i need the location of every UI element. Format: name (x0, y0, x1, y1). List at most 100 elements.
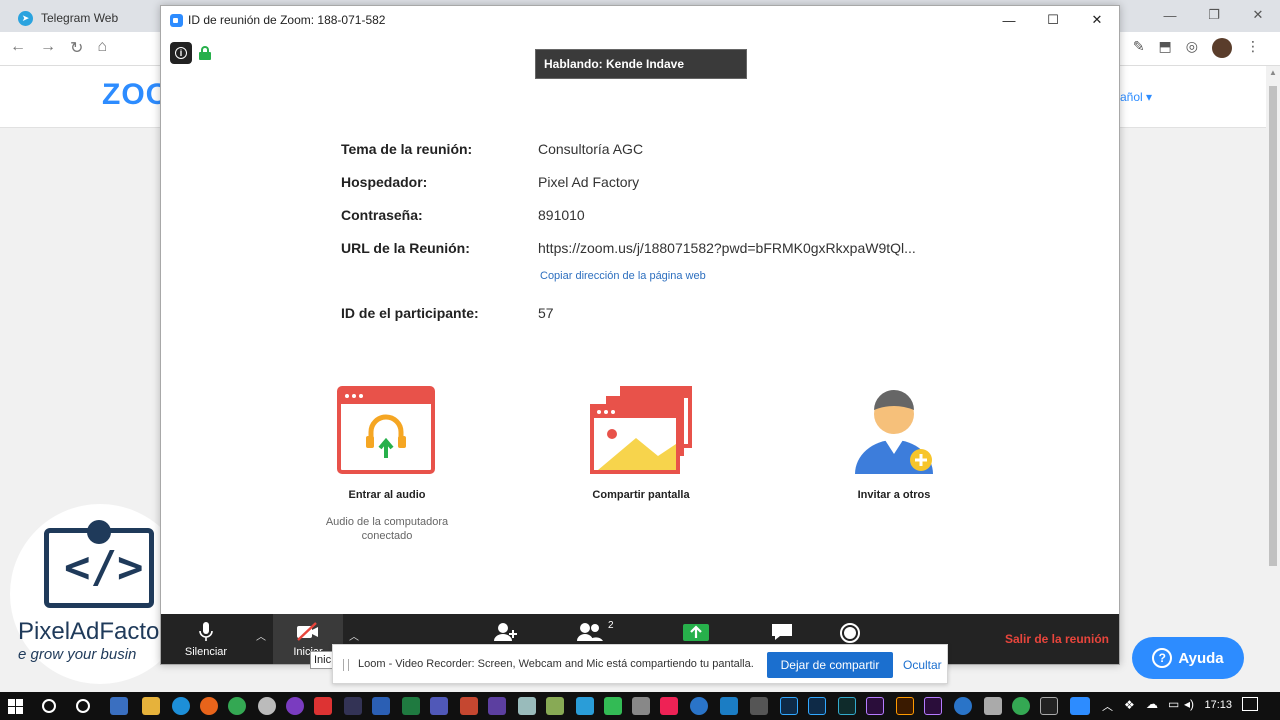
ie-icon[interactable] (954, 697, 972, 715)
tray-chevron-up-icon[interactable]: ︿ (1102, 698, 1113, 714)
browser-nav: ← → ↻ ⌂ (10, 38, 107, 58)
app-icon[interactable] (518, 697, 536, 715)
info-row-password: Contraseña: 891010 (341, 207, 1041, 231)
loom-share-text: Loom - Video Recorder: Screen, Webcam an… (358, 658, 754, 670)
join-audio-label: Entrar al audio (348, 489, 426, 501)
copy-url-link[interactable]: Copiar dirección de la página web (540, 270, 706, 282)
app-icon[interactable] (632, 697, 650, 715)
browser-tab-title: Telegram Web (41, 11, 119, 25)
restore-icon[interactable]: ❐ (1192, 0, 1236, 30)
photoshop-icon[interactable] (808, 697, 826, 715)
app-icon[interactable] (344, 697, 362, 715)
participants-icon (577, 623, 603, 641)
volume-icon[interactable]: ◂) (1184, 697, 1194, 711)
zoom-taskbar-icon[interactable] (1070, 697, 1090, 715)
record-icon (840, 623, 860, 643)
leave-meeting-button[interactable]: Salir de la reunión (1005, 632, 1109, 646)
lock-icon[interactable] (199, 46, 211, 60)
cortana-icon[interactable] (76, 699, 90, 713)
video-options-chevron-icon[interactable]: ︿ (349, 628, 359, 643)
reload-icon[interactable]: ↻ (70, 38, 83, 58)
mute-button[interactable]: Silenciar (181, 614, 231, 664)
loom-share-banner: Loom - Video Recorder: Screen, Webcam an… (332, 644, 948, 684)
extension-icon[interactable]: ✎ (1133, 38, 1145, 58)
app-icon[interactable] (258, 697, 276, 715)
home-icon[interactable]: ⌂ (97, 38, 107, 58)
dropbox-icon[interactable]: ❖ (1124, 698, 1135, 712)
folder-icon[interactable] (142, 697, 160, 715)
topic-label: Tema de la reunión: (341, 141, 473, 157)
windows-start-icon[interactable] (8, 699, 24, 715)
page-scrollbar[interactable]: ▲ (1266, 66, 1280, 692)
cloud-icon[interactable]: ☁ (1146, 697, 1158, 711)
extension-icon[interactable]: ⬒ (1159, 38, 1172, 58)
app-icon[interactable] (576, 697, 594, 715)
add-user-icon (494, 623, 517, 641)
app-icon[interactable] (984, 697, 1002, 715)
help-button[interactable]: ? Ayuda (1132, 637, 1244, 679)
app-icon[interactable] (660, 697, 678, 715)
help-label: Ayuda (1178, 649, 1224, 667)
hide-banner-link[interactable]: Ocultar (903, 658, 942, 672)
drag-handle-icon[interactable] (343, 659, 349, 671)
scroll-up-icon[interactable]: ▲ (1266, 66, 1280, 80)
invite-action[interactable]: Invitar a otros (809, 382, 979, 501)
premiere-icon[interactable] (866, 697, 884, 715)
app-icon[interactable] (604, 697, 622, 715)
forward-icon[interactable]: → (40, 38, 56, 58)
stop-sharing-button[interactable]: Dejar de compartir (767, 652, 893, 678)
powerpoint-icon[interactable] (460, 697, 478, 715)
url-value: https://zoom.us/j/188071582?pwd=bFRMK0gx… (538, 240, 916, 256)
share-screen-action[interactable]: Compartir pantalla (556, 386, 726, 501)
browser-extensions: ✎ ⬒ ◎ ⋮ (1133, 38, 1260, 58)
chrome-icon[interactable] (1012, 697, 1030, 715)
app-icon[interactable] (720, 697, 738, 715)
host-value: Pixel Ad Factory (538, 174, 640, 190)
extension-icon[interactable]: ◎ (1186, 38, 1198, 58)
notifications-icon[interactable] (1242, 697, 1258, 711)
chrome-icon[interactable] (228, 697, 246, 715)
word-icon[interactable] (372, 697, 390, 715)
meeting-info-icon[interactable]: i (170, 42, 192, 64)
ie-icon[interactable] (690, 697, 708, 715)
store-icon[interactable] (110, 697, 128, 715)
share-up-icon (683, 624, 709, 641)
app-icon[interactable] (750, 697, 768, 715)
network-icon[interactable]: ▭ (1168, 697, 1179, 711)
zoom-titlebar[interactable]: ID de reunión de Zoom: 188-071-582 — ☐ ✕ (161, 6, 1119, 34)
close-icon[interactable]: ✕ (1075, 6, 1119, 34)
avatar[interactable] (1212, 38, 1232, 58)
join-audio-icon (337, 386, 435, 474)
audio-options-chevron-icon[interactable]: ︿ (256, 628, 266, 643)
app-icon[interactable] (488, 697, 506, 715)
app-icon[interactable] (546, 697, 564, 715)
acrobat-icon[interactable] (314, 697, 332, 715)
audio-status: Audio de la computadora conectado (325, 516, 449, 542)
back-icon[interactable]: ← (10, 38, 26, 58)
edge-icon[interactable] (172, 697, 190, 715)
firefox-icon[interactable] (200, 697, 218, 715)
browser-tab-telegram[interactable]: ➤ Telegram Web (8, 4, 158, 32)
excel-icon[interactable] (402, 697, 420, 715)
teams-icon[interactable] (430, 697, 448, 715)
illustrator-icon[interactable] (896, 697, 914, 715)
menu-icon[interactable]: ⋮ (1246, 38, 1260, 58)
browser-window-controls: — ❐ ✕ (1148, 0, 1280, 30)
audition-icon[interactable] (838, 697, 856, 715)
video-off-icon (297, 622, 318, 641)
terminal-icon[interactable] (1040, 697, 1058, 715)
join-audio-action[interactable]: Entrar al audio Audio de la computadora … (302, 386, 472, 543)
scrollbar-thumb[interactable] (1269, 86, 1277, 566)
clock[interactable]: 17:13 (1204, 699, 1232, 711)
photoshop-icon[interactable] (780, 697, 798, 715)
minimize-icon[interactable]: — (987, 6, 1031, 34)
language-select[interactable]: añol ▾ (1120, 90, 1152, 104)
zoom-app-icon (170, 14, 183, 27)
app-icon[interactable] (286, 697, 304, 715)
windows-taskbar: ︿ ❖ ☁ ▭ ◂) 17:13 (0, 692, 1280, 720)
minimize-icon[interactable]: — (1148, 0, 1192, 30)
close-icon[interactable]: ✕ (1236, 0, 1280, 30)
search-icon[interactable] (42, 699, 56, 713)
maximize-icon[interactable]: ☐ (1031, 6, 1075, 34)
after-effects-icon[interactable] (924, 697, 942, 715)
